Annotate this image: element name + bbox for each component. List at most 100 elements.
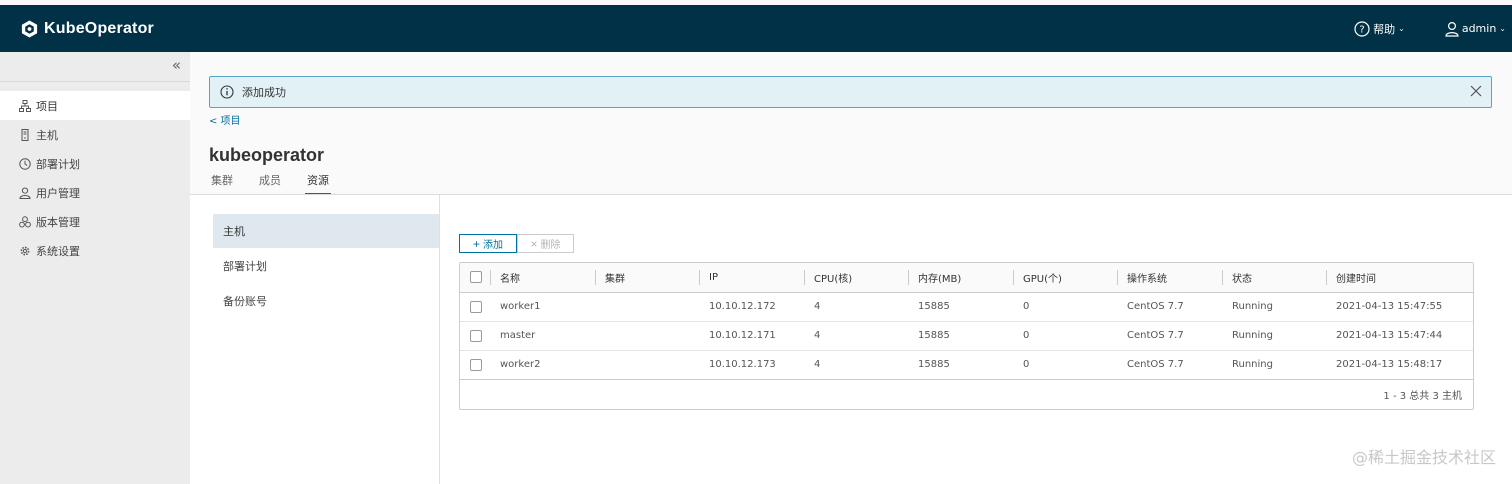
sidebar-item-label: 部署计划	[36, 157, 80, 171]
column-header[interactable]: IP	[699, 263, 804, 293]
row-select-cell	[460, 350, 490, 380]
pagination-summary: 1 - 3 总共 3 主机	[1383, 391, 1462, 402]
column-header[interactable]: 内存(MB)	[908, 263, 1013, 293]
host-icon	[21, 128, 29, 141]
add-button[interactable]: + 添加	[459, 234, 517, 253]
subnav-item-plan[interactable]: 部署计划	[213, 249, 440, 283]
cell-memory: 15885	[908, 292, 1013, 322]
sidebar-item-project[interactable]: 项目	[0, 91, 190, 120]
cell-created: 2021-04-13 15:48:17	[1326, 350, 1473, 380]
project-tabs: 集群 成员 资源	[209, 172, 353, 195]
subnav-item-host[interactable]: 主机	[213, 214, 440, 248]
row-checkbox[interactable]	[470, 329, 482, 342]
close-icon: ×	[530, 236, 538, 251]
help-menu[interactable]: ? 帮助 ⌄	[1354, 20, 1405, 37]
help-icon: ?	[1354, 20, 1370, 37]
sidebar-item-label: 版本管理	[36, 215, 80, 229]
app-logo[interactable]: KubeOperator	[20, 19, 154, 39]
user-icon	[1445, 21, 1459, 37]
delete-button[interactable]: × 删除	[517, 234, 574, 253]
cell-gpu: 0	[1013, 350, 1117, 380]
subnav-item-backup-account[interactable]: 备份账号	[213, 284, 440, 318]
help-label: 帮助	[1373, 22, 1396, 36]
table-header-row: 名称 集群 IP CPU(核) 内存(MB) GPU(个) 操作系统 状态 创建…	[460, 263, 1473, 293]
cell-cluster	[595, 292, 699, 322]
watermark: @稀土掘金技术社区	[1351, 448, 1496, 467]
column-header[interactable]: 名称	[490, 263, 595, 293]
cell-name[interactable]: worker1	[490, 292, 595, 322]
host-table: 名称 集群 IP CPU(核) 内存(MB) GPU(个) 操作系统 状态 创建…	[459, 262, 1474, 410]
resources-panel: 主机 部署计划 备份账号 + 添加 × 删除 名称 集群 IP CPU(核) 内…	[190, 195, 1512, 484]
sidebar-item-plan[interactable]: 部署计划	[0, 149, 190, 178]
sidebar-item-host[interactable]: 主机	[0, 120, 190, 149]
table-row[interactable]: worker2 10.10.12.173 4 15885 0 CentOS 7.…	[460, 350, 1473, 380]
cell-cpu: 4	[804, 321, 908, 351]
sidebar-item-label: 用户管理	[36, 186, 80, 200]
cell-memory: 15885	[908, 321, 1013, 351]
delete-button-label: 删除	[540, 240, 561, 251]
cell-name[interactable]: master	[490, 321, 595, 351]
row-checkbox[interactable]	[470, 358, 482, 371]
sidebar-item-label: 主机	[36, 128, 58, 142]
sidebar-item-label: 项目	[36, 99, 58, 113]
sidebar: « 项目 主机 部署计划 用户管理 版本管理 系统设置	[0, 52, 190, 484]
select-all-cell	[460, 263, 490, 293]
cell-status: Running	[1222, 321, 1326, 351]
cell-cpu: 4	[804, 292, 908, 322]
column-header[interactable]: 创建时间	[1326, 263, 1473, 293]
select-all-checkbox[interactable]	[470, 271, 482, 284]
sidebar-item-label: 系统设置	[36, 244, 80, 258]
chevron-down-icon: ⌄	[1398, 24, 1405, 33]
cell-status: Running	[1222, 292, 1326, 322]
chevron-down-icon: ⌄	[1499, 24, 1506, 33]
panel-divider	[439, 195, 440, 484]
page-title: kubeoperator	[209, 145, 325, 165]
sidebar-collapse-bar: «	[0, 52, 190, 82]
svg-text:?: ?	[1359, 24, 1364, 35]
row-select-cell	[460, 321, 490, 351]
row-checkbox[interactable]	[470, 300, 482, 313]
sidebar-item-version[interactable]: 版本管理	[0, 207, 190, 236]
sidebar-item-settings[interactable]: 系统设置	[0, 236, 190, 265]
cell-created: 2021-04-13 15:47:44	[1326, 321, 1473, 351]
plus-icon: +	[472, 236, 480, 251]
breadcrumb-back-link[interactable]: < 项目	[209, 112, 241, 127]
cell-cluster	[595, 350, 699, 380]
close-icon[interactable]	[1469, 84, 1483, 98]
tab-cluster[interactable]: 集群	[209, 172, 235, 195]
cell-cluster	[595, 321, 699, 351]
project-icon	[19, 99, 31, 112]
collapse-icon[interactable]: «	[172, 56, 181, 74]
gear-icon	[20, 246, 30, 255]
cell-gpu: 0	[1013, 321, 1117, 351]
info-icon	[220, 85, 234, 99]
cell-ip: 10.10.12.171	[699, 321, 804, 351]
resource-subnav: 主机 部署计划 备份账号	[213, 214, 440, 319]
column-header[interactable]: GPU(个)	[1013, 263, 1117, 293]
row-select-cell	[460, 292, 490, 322]
table-row[interactable]: worker1 10.10.12.172 4 15885 0 CentOS 7.…	[460, 292, 1473, 322]
cell-os: CentOS 7.7	[1117, 321, 1222, 351]
main-content: 添加成功 < 项目 kubeoperator 集群 成员 资源 主机 部署计划 …	[190, 52, 1512, 484]
cell-os: CentOS 7.7	[1117, 292, 1222, 322]
column-header[interactable]: CPU(核)	[804, 263, 908, 293]
cell-created: 2021-04-13 15:47:55	[1326, 292, 1473, 322]
sidebar-item-users[interactable]: 用户管理	[0, 178, 190, 207]
kubeoperator-logo-icon	[21, 19, 38, 38]
add-button-label: 添加	[483, 240, 503, 251]
user-label: admin	[1461, 22, 1497, 35]
tab-members[interactable]: 成员	[257, 172, 283, 195]
cell-name[interactable]: worker2	[490, 350, 595, 380]
app-title: KubeOperator	[44, 19, 154, 37]
column-header[interactable]: 集群	[595, 263, 699, 293]
cell-gpu: 0	[1013, 292, 1117, 322]
cell-cpu: 4	[804, 350, 908, 380]
cell-ip: 10.10.12.172	[699, 292, 804, 322]
user-menu[interactable]: admin ⌄	[1445, 21, 1506, 37]
column-header[interactable]: 状态	[1222, 263, 1326, 293]
table-row[interactable]: master 10.10.12.171 4 15885 0 CentOS 7.7…	[460, 321, 1473, 351]
cell-ip: 10.10.12.173	[699, 350, 804, 380]
user-icon	[19, 187, 31, 199]
column-header[interactable]: 操作系统	[1117, 263, 1222, 293]
tab-resources[interactable]: 资源	[305, 172, 331, 195]
